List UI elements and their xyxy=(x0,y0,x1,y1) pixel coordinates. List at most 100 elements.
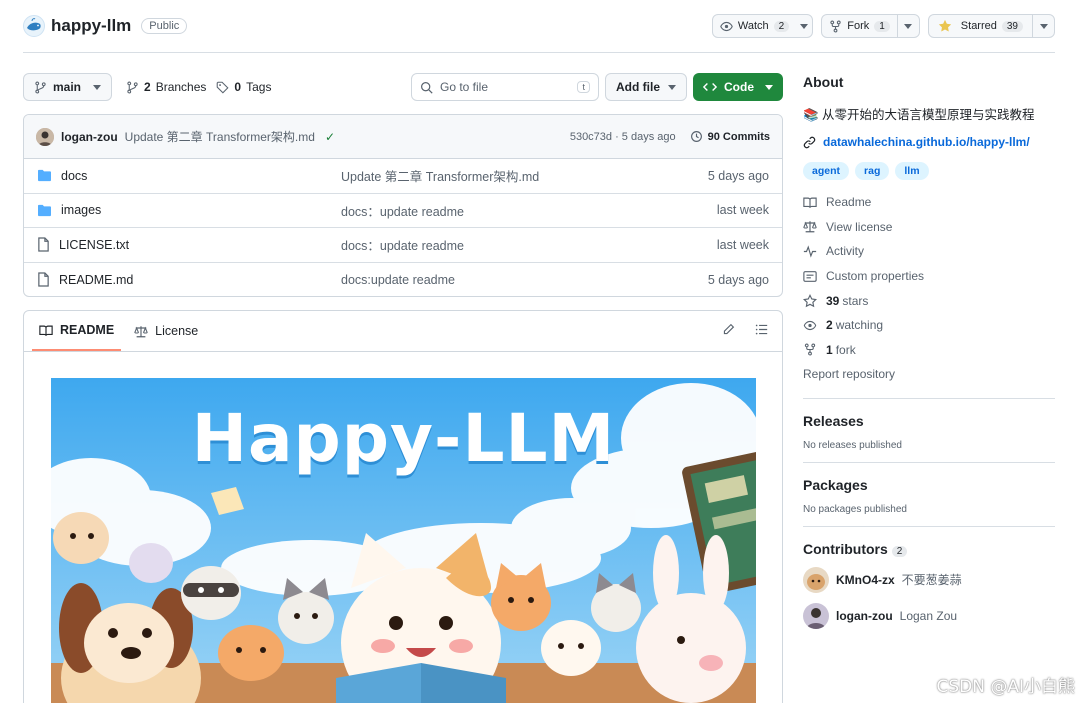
repo-owner-avatar-icon[interactable] xyxy=(23,15,45,37)
contributor-avatar[interactable] xyxy=(803,602,829,629)
eye-icon xyxy=(803,319,817,332)
contributor-item[interactable]: logan-zou Logan Zou xyxy=(803,602,1055,629)
law-scale-icon xyxy=(134,325,148,338)
contributor-avatar[interactable] xyxy=(803,566,829,593)
sidebar-divider xyxy=(803,461,1055,463)
activity-link-label: Activity xyxy=(826,244,865,259)
tags-link[interactable]: 0 Tags xyxy=(216,80,271,94)
file-row[interactable]: LICENSE.txt docs：update readme last week xyxy=(24,228,782,263)
fork-label: Fork xyxy=(847,20,870,32)
pencil-icon[interactable] xyxy=(722,323,735,336)
custom-properties-link[interactable]: Custom properties xyxy=(803,264,1055,289)
stars-link[interactable]: 39 stars xyxy=(803,288,1055,313)
star-button[interactable]: Starred 39 xyxy=(927,14,1055,38)
code-button[interactable]: Code xyxy=(693,73,783,101)
watch-dropdown-chevron-icon[interactable] xyxy=(796,15,812,37)
topic-tag[interactable]: llm xyxy=(895,162,929,180)
repo-name-link[interactable]: happy-llm xyxy=(51,16,131,36)
pulse-icon xyxy=(803,245,817,258)
branches-link[interactable]: 2 Branches xyxy=(126,80,206,94)
repo-header: happy-llm Public Watch 2 Fork 1 Starred … xyxy=(23,8,1055,44)
watch-label: Watch xyxy=(737,20,769,32)
tab-license[interactable]: License xyxy=(127,311,205,351)
file-name[interactable]: images xyxy=(61,203,101,217)
license-link[interactable]: View license xyxy=(803,215,1055,240)
link-icon xyxy=(803,136,816,149)
website-link[interactable]: datawhalechina.github.io/happy-llm/ xyxy=(803,135,1055,149)
commit-message[interactable]: Update 第二章 Transformer架构.md xyxy=(125,128,315,145)
file-commit-message[interactable]: docs：update readme xyxy=(341,235,717,254)
report-repository-link[interactable]: Report repository xyxy=(803,362,1055,387)
report-label: Report repository xyxy=(803,367,896,382)
file-name[interactable]: README.md xyxy=(59,273,133,287)
add-file-button[interactable]: Add file xyxy=(605,73,687,101)
history-icon xyxy=(690,130,703,143)
topic-tag[interactable]: rag xyxy=(855,162,890,180)
file-commit-message[interactable]: docs：update readme xyxy=(341,201,717,220)
search-icon xyxy=(420,81,433,94)
go-to-file-placeholder: Go to file xyxy=(440,80,489,94)
watching-link[interactable]: 2 watching xyxy=(803,313,1055,338)
commit-author-avatar[interactable] xyxy=(36,127,54,146)
book-icon xyxy=(39,324,53,337)
add-file-chevron-icon xyxy=(668,84,676,90)
activity-link[interactable]: Activity xyxy=(803,239,1055,264)
repo-toolbar: main 2 Branches 0 Tags Go to file t Add … xyxy=(23,73,783,101)
contributors-heading[interactable]: Contributors 2 xyxy=(803,541,1055,557)
file-icon xyxy=(37,237,50,252)
packages-heading[interactable]: Packages xyxy=(803,477,1055,493)
website-url: datawhalechina.github.io/happy-llm/ xyxy=(823,135,1030,149)
star-filled-icon xyxy=(938,19,952,33)
latest-commit-bar: logan-zou Update 第二章 Transformer架构.md ✓ … xyxy=(24,115,782,159)
star-dropdown-chevron-icon[interactable] xyxy=(1032,15,1054,37)
contributor-item[interactable]: KMnO4-zx 不要葱姜蒜 xyxy=(803,566,1055,593)
note-icon xyxy=(803,270,817,283)
file-row[interactable]: README.md docs:update readme 5 days ago xyxy=(24,263,782,297)
stars-count: 39 xyxy=(826,293,840,308)
fork-count: 1 xyxy=(874,20,890,32)
commits-link[interactable]: 90 Commits xyxy=(690,130,770,143)
license-link-label: View license xyxy=(826,219,893,234)
readme-link[interactable]: Readme xyxy=(803,190,1055,215)
about-links: Readme View license Activity Custom prop… xyxy=(803,190,1055,387)
releases-heading[interactable]: Releases xyxy=(803,413,1055,429)
folder-icon xyxy=(37,169,52,182)
readme-link-label: Readme xyxy=(826,195,872,210)
fork-dropdown-chevron-icon[interactable] xyxy=(896,15,919,37)
about-heading: About xyxy=(803,74,844,90)
star-icon xyxy=(803,293,817,308)
watch-button[interactable]: Watch 2 xyxy=(711,14,814,38)
contributor-name: 不要葱姜蒜 xyxy=(901,573,962,588)
fork-label: fork xyxy=(835,342,856,357)
file-name[interactable]: LICENSE.txt xyxy=(59,238,129,252)
topic-tag[interactable]: agent xyxy=(803,162,850,180)
watching-label: watching xyxy=(835,318,884,333)
commit-author[interactable]: logan-zou xyxy=(61,130,118,144)
outline-list-icon[interactable] xyxy=(755,323,768,336)
repo-title: happy-llm Public xyxy=(23,15,188,37)
file-commit-message[interactable]: docs:update readme xyxy=(341,273,708,287)
file-name[interactable]: docs xyxy=(61,169,87,183)
header-divider xyxy=(23,52,1055,53)
watching-count: 2 xyxy=(826,318,833,333)
commit-hash-time[interactable]: 530c73d · 5 days ago xyxy=(570,131,676,143)
branch-selector[interactable]: main xyxy=(23,73,113,101)
file-commit-message[interactable]: Update 第二章 Transformer架构.md xyxy=(341,166,708,185)
file-row[interactable]: docs Update 第二章 Transformer架构.md 5 days … xyxy=(24,159,782,194)
forks-link[interactable]: 1 fork xyxy=(803,338,1055,363)
fork-icon xyxy=(829,20,842,33)
fork-button[interactable]: Fork 1 xyxy=(821,14,920,38)
tab-readme[interactable]: README xyxy=(32,311,122,351)
file-row[interactable]: images docs：update readme last week xyxy=(24,194,782,228)
tags-label: Tags xyxy=(246,80,272,94)
contributors-title: Contributors xyxy=(803,540,888,557)
check-icon[interactable]: ✓ xyxy=(325,130,335,144)
eye-icon xyxy=(720,20,733,33)
contributor-name: Logan Zou xyxy=(899,608,958,623)
star-count: 39 xyxy=(1001,20,1023,32)
releases-empty: No releases published xyxy=(803,439,902,451)
contributors-count: 2 xyxy=(891,545,908,557)
go-to-file-input[interactable]: Go to file t xyxy=(411,73,599,101)
add-file-label: Add file xyxy=(616,80,660,94)
tag-icon xyxy=(216,81,229,94)
